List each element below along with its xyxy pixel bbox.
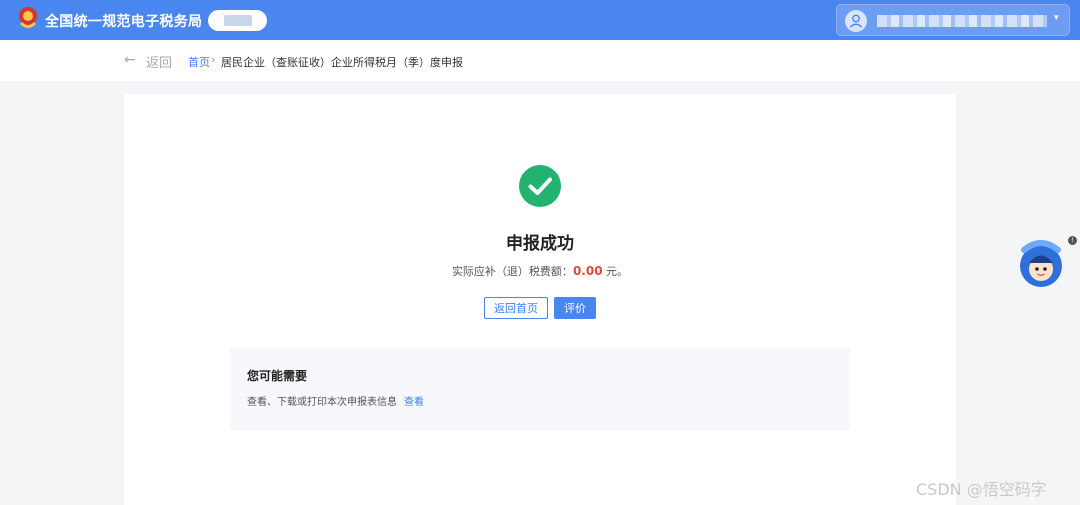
success-check-icon <box>519 165 561 207</box>
rate-button[interactable]: 评价 <box>554 297 596 319</box>
amount-label: 实际应补（退）税费额： <box>451 265 573 278</box>
suggestions-title: 您可能需要 <box>247 369 308 383</box>
top-header: 全国统一规范电子税务局 ▾ <box>0 0 1080 40</box>
watermark: CSDN @悟空码字 <box>916 480 1047 499</box>
suggestions-description: 查看、下载或打印本次申报表信息 <box>247 397 397 408</box>
tax-amount-line: 实际应补（退）税费额：0.00 元。 <box>124 263 956 279</box>
tax-emblem-logo <box>19 7 37 28</box>
view-report-link[interactable]: 查看 <box>404 393 424 408</box>
result-card: 申报成功 实际应补（退）税费额：0.00 元。 返回首页 评价 您可能需要 查看… <box>124 94 956 505</box>
back-home-button[interactable]: 返回首页 <box>484 297 548 319</box>
back-arrow-icon[interactable]: ← <box>124 52 136 68</box>
breadcrumb-current: 居民企业（查账征收）企业所得税月（季）度申报 <box>221 56 463 69</box>
breadcrumb-separator: › <box>211 53 216 66</box>
user-name-redacted <box>877 15 1047 27</box>
amount-unit: 元。 <box>602 265 629 278</box>
breadcrumb-home-link[interactable]: 首页 <box>188 54 210 70</box>
success-title: 申报成功 <box>506 234 574 254</box>
region-selector[interactable] <box>208 10 267 31</box>
assistant-avatar-icon[interactable] <box>1018 238 1064 288</box>
back-link[interactable]: 返回 <box>146 52 172 71</box>
assistant-badge[interactable]: ! <box>1068 236 1077 245</box>
site-title: 全国统一规范电子税务局 <box>45 14 203 30</box>
user-avatar-icon <box>845 10 867 32</box>
suggestions-panel: 您可能需要 查看、下载或打印本次申报表信息 查看 <box>230 348 850 430</box>
amount-value: 0.00 <box>572 264 603 278</box>
region-name-redacted <box>224 15 252 26</box>
breadcrumb-bar: ← 返回 首页 › 居民企业（查账征收）企业所得税月（季）度申报 <box>0 40 1080 81</box>
chevron-down-icon[interactable]: ▾ <box>1054 13 1059 23</box>
user-menu[interactable]: ▾ <box>836 4 1070 36</box>
